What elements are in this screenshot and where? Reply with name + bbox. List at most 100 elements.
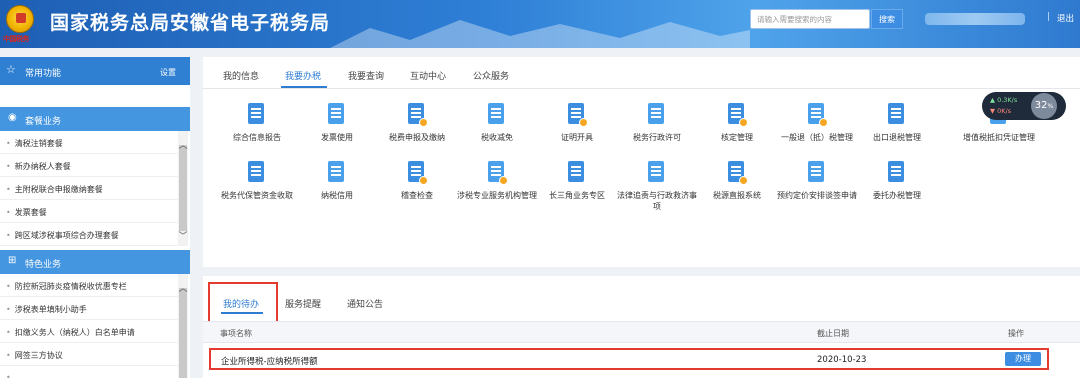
sidebar-settings-link[interactable]: 设置 bbox=[160, 67, 176, 78]
checklist-icon bbox=[246, 161, 268, 185]
service-legal-remedy[interactable]: 法律追责与行政救济事项 bbox=[617, 161, 697, 212]
column-name: 事项名称 bbox=[220, 329, 252, 338]
todo-item-deadline: 2020-10-23 bbox=[817, 355, 867, 365]
inspection-icon bbox=[406, 161, 428, 185]
chevron-up-icon[interactable]: ︿ bbox=[178, 281, 188, 294]
service-label: 委托办税管理 bbox=[873, 191, 921, 200]
service-delegation[interactable]: 委托办税管理 bbox=[857, 161, 937, 201]
service-invoice-use[interactable]: 发票使用 bbox=[297, 103, 377, 143]
mountain-decoration bbox=[330, 20, 750, 48]
logout-link[interactable]: 退出 bbox=[1057, 12, 1074, 24]
agency-icon bbox=[486, 161, 508, 185]
tab-query[interactable]: 我要查询 bbox=[348, 69, 384, 82]
service-comprehensive-report[interactable]: 综合信息报告 bbox=[217, 103, 297, 143]
service-export-refund[interactable]: 出口退税管理 bbox=[857, 103, 937, 143]
service-refund[interactable]: 一般退（抵）税管理 bbox=[777, 103, 857, 143]
sidebar-item[interactable]: 扣缴义务人（纳税人）白名单申请 bbox=[0, 320, 178, 343]
search-button[interactable]: 搜索 bbox=[871, 9, 903, 29]
sidebar-item[interactable]: 新办纳税人套餐 bbox=[0, 154, 178, 177]
network-speed-widget[interactable]: ▲ 0.3K/s ▼ 0K/s 32% bbox=[982, 92, 1066, 120]
upload-speed: ▲ 0.3K/s bbox=[990, 96, 1018, 104]
sidebar-section-label: 特色业务 bbox=[25, 260, 62, 270]
sidebar-common-label: 常用功能 bbox=[25, 69, 62, 79]
service-label: 增值税抵扣凭证管理 bbox=[963, 133, 1035, 142]
export-icon bbox=[886, 103, 908, 127]
service-pricing-arrangement[interactable]: 预约定价安排谈签申请 bbox=[777, 161, 857, 201]
todo-panel: 我的待办 服务提醒 通知公告 事项名称 截止日期 操作 企业所得税-应纳税所得额… bbox=[203, 276, 1080, 378]
tab-interaction[interactable]: 互动中心 bbox=[410, 69, 446, 82]
document-icon bbox=[246, 103, 268, 127]
invoice-icon bbox=[326, 103, 348, 127]
sidebar-item[interactable]: ... bbox=[0, 366, 178, 378]
service-label: 综合信息报告 bbox=[233, 133, 281, 142]
sidebar-item[interactable]: 跨区域涉税事项综合办理套餐 bbox=[0, 223, 178, 246]
chevron-down-icon[interactable]: ﹀ bbox=[178, 229, 188, 242]
chevron-up-icon[interactable]: ︿ bbox=[178, 138, 188, 151]
service-label: 法律追责与行政救济事项 bbox=[617, 191, 697, 211]
region-icon bbox=[566, 161, 588, 185]
main-tabs: 我的信息 我要办税 我要查询 互动中心 公众服务 bbox=[203, 57, 1080, 89]
usage-percent-unit: % bbox=[1047, 103, 1054, 110]
tab-notice[interactable]: 通知公告 bbox=[347, 297, 383, 310]
sidebar-section-label: 套餐业务 bbox=[25, 117, 62, 127]
sidebar-item[interactable]: 涉税表单填制小助手 bbox=[0, 297, 178, 320]
legal-icon bbox=[646, 161, 668, 185]
service-assessment[interactable]: 核定管理 bbox=[697, 103, 777, 143]
upload-speed-value: 0.3K/s bbox=[997, 96, 1018, 104]
search-input[interactable]: 请输入需要搜索的内容 bbox=[750, 9, 870, 29]
service-panel: 我的信息 我要办税 我要查询 互动中心 公众服务 综合信息报告 发票使用 税费申… bbox=[203, 57, 1080, 267]
service-yangtze-delta[interactable]: 长三角业务专区 bbox=[537, 161, 617, 201]
service-tax-source[interactable]: 税源直报系统 bbox=[697, 161, 777, 201]
sidebar-section-features[interactable]: ⊞ 特色业务 bbox=[0, 250, 190, 274]
scrollbar-thumb[interactable] bbox=[179, 145, 187, 231]
service-label: 出口退税管理 bbox=[873, 133, 921, 142]
sidebar-item[interactable]: 清税注销套餐 bbox=[0, 131, 178, 154]
active-tab-indicator bbox=[221, 312, 263, 314]
assessment-icon bbox=[726, 103, 748, 127]
sidebar-common-functions[interactable]: ☆ 常用功能 设置 bbox=[0, 57, 190, 85]
tab-my-todo[interactable]: 我的待办 bbox=[223, 297, 259, 310]
sidebar: ☆ 常用功能 设置 ◉ 套餐业务 清税注销套餐 新办纳税人套餐 主附税联合申报缴… bbox=[0, 57, 190, 378]
sidebar-item[interactable]: 主附税联合申报缴纳套餐 bbox=[0, 177, 178, 200]
package-icon: ◉ bbox=[8, 112, 17, 123]
service-certificate[interactable]: 证明开具 bbox=[537, 103, 617, 143]
service-label: 稽查检查 bbox=[401, 191, 433, 200]
declare-icon bbox=[406, 103, 428, 127]
service-declare-pay[interactable]: 税费申报及缴纳 bbox=[377, 103, 457, 143]
tax-seal-logo: 中国税务 bbox=[3, 34, 30, 43]
report-icon bbox=[726, 161, 748, 185]
table-header: 事项名称 截止日期 操作 bbox=[203, 321, 1080, 343]
handle-button[interactable]: 办理 bbox=[1005, 352, 1041, 366]
active-tab-indicator bbox=[281, 86, 327, 88]
service-label: 预约定价安排谈签申请 bbox=[777, 191, 857, 200]
site-title: 国家税务总局安徽省电子税务局 bbox=[50, 12, 331, 34]
tab-my-info[interactable]: 我的信息 bbox=[223, 69, 259, 82]
grid-icon: ⊞ bbox=[8, 255, 17, 266]
service-label: 税收减免 bbox=[481, 133, 513, 142]
user-name-redacted[interactable] bbox=[925, 13, 1025, 25]
service-label: 核定管理 bbox=[721, 133, 753, 142]
service-custody-fund[interactable]: 税务代保管资金收取 bbox=[207, 161, 307, 201]
service-label: 纳税信用 bbox=[321, 191, 353, 200]
service-agency-management[interactable]: 涉税专业服务机构管理 bbox=[457, 161, 537, 201]
tax-emblem-icon bbox=[6, 5, 34, 33]
top-banner: 中国税务 国家税务总局安徽省电子税务局 请输入需要搜索的内容 搜索 | 退出 bbox=[0, 0, 1080, 48]
service-admin-license[interactable]: 税务行政许可 bbox=[617, 103, 697, 143]
service-label: 涉税专业服务机构管理 bbox=[457, 191, 537, 200]
tab-do-tax[interactable]: 我要办税 bbox=[285, 69, 321, 82]
scrollbar-thumb[interactable] bbox=[179, 288, 187, 378]
sidebar-item[interactable]: 网签三方协议 bbox=[0, 343, 178, 366]
service-inspection[interactable]: 稽查检查 bbox=[377, 161, 457, 201]
sidebar-section-packages[interactable]: ◉ 套餐业务 bbox=[0, 107, 190, 131]
service-label: 税务代保管资金收取 bbox=[221, 191, 293, 200]
todo-item-name: 企业所得税-应纳税所得额 bbox=[221, 357, 318, 367]
tab-service-reminder[interactable]: 服务提醒 bbox=[285, 297, 321, 310]
service-credit[interactable]: 纳税信用 bbox=[297, 161, 377, 201]
service-label: 一般退（抵）税管理 bbox=[781, 133, 853, 142]
tab-public-service[interactable]: 公众服务 bbox=[473, 69, 509, 82]
sidebar-item[interactable]: 发票套餐 bbox=[0, 200, 178, 223]
service-tax-relief[interactable]: 税收减免 bbox=[457, 103, 537, 143]
usage-percent-value: 32 bbox=[1034, 100, 1048, 111]
sidebar-item[interactable]: 防控新冠肺炎疫情税收优惠专栏 bbox=[0, 274, 178, 297]
service-label: 税源直报系统 bbox=[713, 191, 761, 200]
